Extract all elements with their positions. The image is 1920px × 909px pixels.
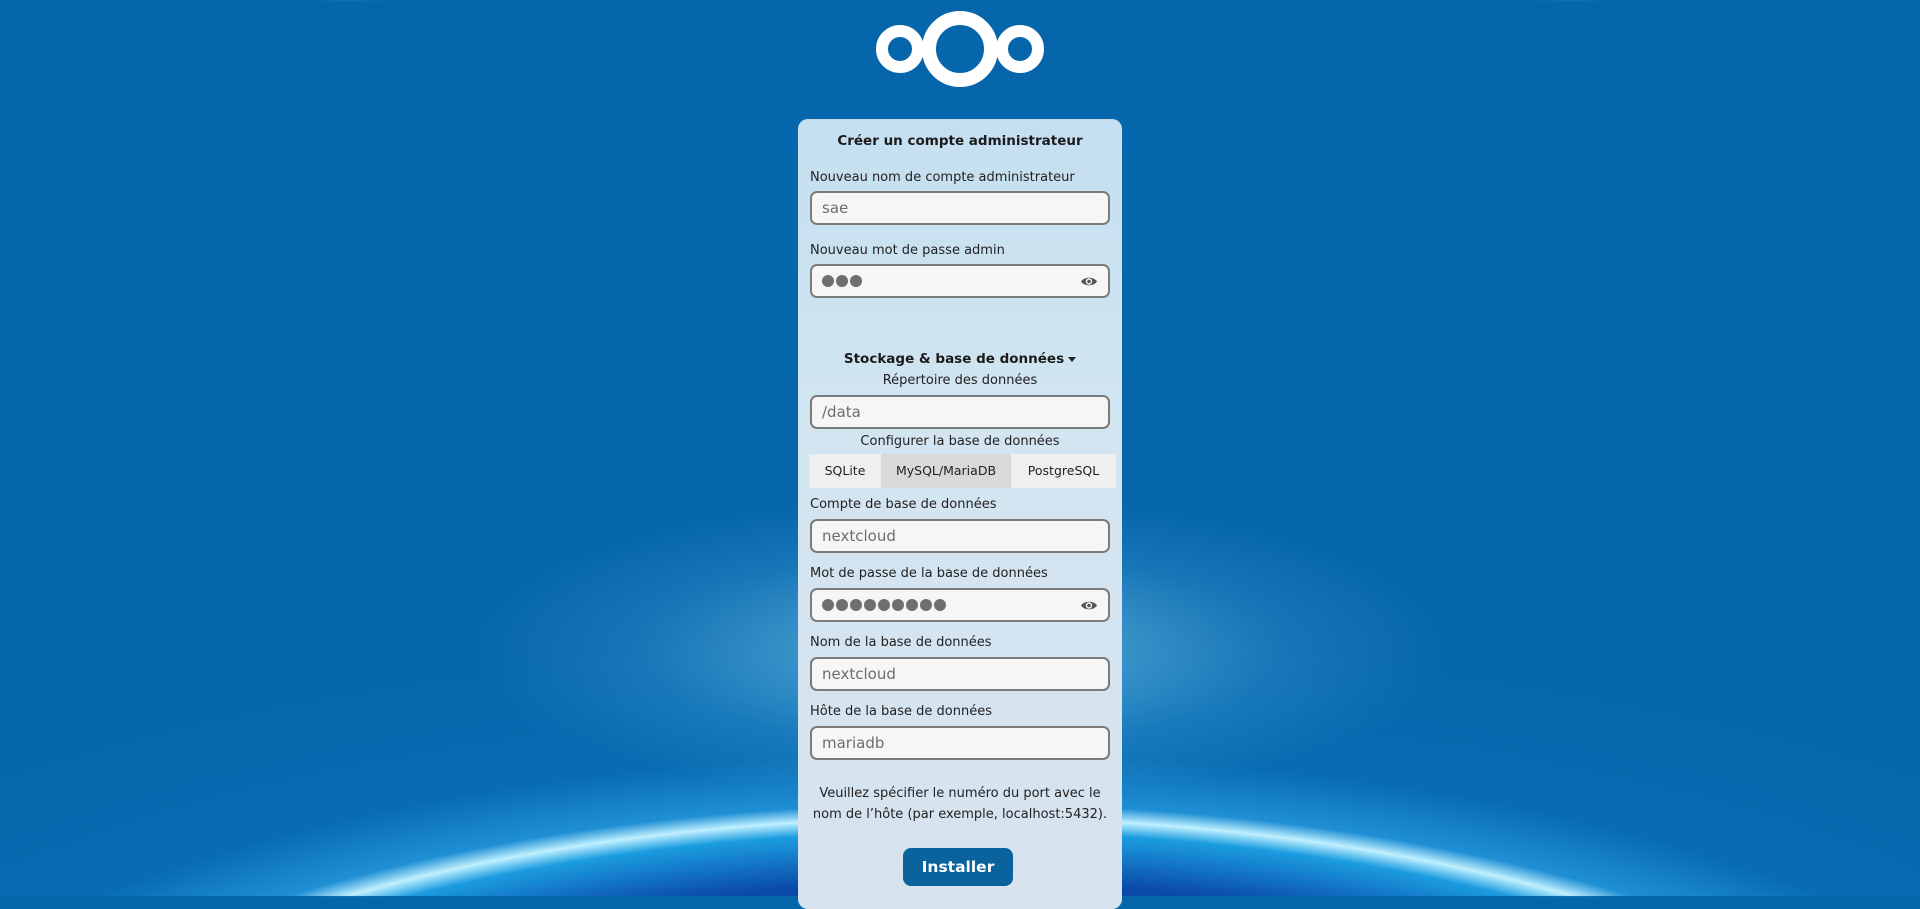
tab-postgresql[interactable]: PostgreSQL <box>1011 454 1116 488</box>
port-hint-line2: nom de l’hôte (par exemple, localhost:54… <box>812 807 1108 822</box>
tab-sqlite[interactable]: SQLite <box>809 454 881 488</box>
db-config-label: Configurer la base de données <box>860 434 1060 449</box>
db-host-field[interactable]: mariadb <box>810 726 1110 760</box>
db-password-dots <box>822 599 946 611</box>
admin-password-label: Nouveau mot de passe admin <box>810 243 1005 258</box>
port-hint-line1: Veuillez spécifier le numéro du port ave… <box>819 786 1101 801</box>
db-name-label: Nom de la base de données <box>810 635 992 650</box>
admin-user-field[interactable]: sae <box>810 191 1110 225</box>
install-button[interactable]: Installer <box>903 848 1013 886</box>
nextcloud-logo <box>876 11 1044 87</box>
setup-form: Créer un compte administrateur Nouveau n… <box>798 119 1122 909</box>
db-user-value: nextcloud <box>822 527 896 545</box>
db-name-value: nextcloud <box>822 665 896 683</box>
caret-down-icon <box>1068 356 1077 362</box>
eye-icon[interactable] <box>1080 599 1098 612</box>
admin-user-label: Nouveau nom de compte administrateur <box>810 170 1075 185</box>
admin-user-value: sae <box>822 199 849 217</box>
admin-password-field[interactable] <box>810 264 1110 298</box>
db-name-field[interactable]: nextcloud <box>810 657 1110 691</box>
eye-icon[interactable] <box>1080 275 1098 288</box>
db-user-field[interactable]: nextcloud <box>810 519 1110 553</box>
form-title: Créer un compte administrateur <box>837 133 1083 149</box>
db-type-tabs: SQLite MySQL/MariaDB PostgreSQL <box>809 454 1116 488</box>
db-host-label: Hôte de la base de données <box>810 704 993 719</box>
data-dir-label: Répertoire des données <box>882 373 1038 388</box>
db-user-label: Compte de base de données <box>810 497 997 512</box>
db-password-label: Mot de passe de la base de données <box>810 566 1048 581</box>
port-hint: Veuillez spécifier le numéro du port ave… <box>798 783 1122 825</box>
admin-password-dots <box>822 275 862 287</box>
storage-section-toggle[interactable]: Stockage & base de données <box>798 351 1122 367</box>
db-host-value: mariadb <box>822 734 885 752</box>
data-dir-field[interactable]: /data <box>810 395 1110 429</box>
storage-section-label: Stockage & base de données <box>843 351 1065 367</box>
data-dir-value: /data <box>822 403 861 421</box>
tab-mysql-mariadb[interactable]: MySQL/MariaDB <box>881 454 1011 488</box>
db-password-field[interactable] <box>810 588 1110 622</box>
